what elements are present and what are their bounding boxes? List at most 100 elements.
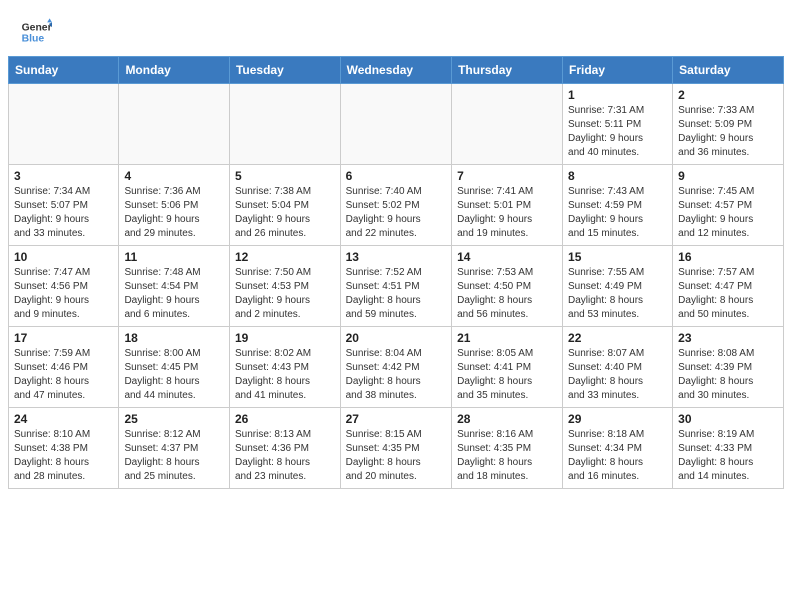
calendar-cell bbox=[340, 84, 451, 165]
calendar-cell bbox=[9, 84, 119, 165]
day-info: Sunrise: 7:41 AM Sunset: 5:01 PM Dayligh… bbox=[457, 185, 557, 241]
calendar-cell: 29 Sunrise: 8:18 AM Sunset: 4:34 PM Dayli… bbox=[563, 408, 673, 489]
calendar-cell bbox=[229, 84, 340, 165]
day-info: Sunrise: 7:52 AM Sunset: 4:51 PM Dayligh… bbox=[346, 266, 446, 322]
calendar-cell: 17Sunrise: 7:59 AM Sunset: 4:46 PM Dayli… bbox=[9, 327, 119, 408]
day-info: Sunrise: 8:10 AM Sunset: 4:38 PM Dayligh… bbox=[14, 428, 113, 484]
day-info: Sunrise: 7:59 AM Sunset: 4:46 PM Dayligh… bbox=[14, 347, 113, 403]
day-number: 1 bbox=[568, 88, 667, 102]
day-info: Sunrise: 8:19 AM Sunset: 4:33 PM Dayligh… bbox=[678, 428, 778, 484]
calendar-cell: 26 Sunrise: 8:13 AM Sunset: 4:36 PM Dayli… bbox=[229, 408, 340, 489]
calendar-cell: 5Sunrise: 7:38 AM Sunset: 5:04 PM Daylig… bbox=[229, 165, 340, 246]
calendar-cell: 15 Sunrise: 7:55 AM Sunset: 4:49 PM Dayli… bbox=[563, 246, 673, 327]
day-number: 6 bbox=[346, 169, 446, 183]
calendar-cell: 1 Sunrise: 7:31 AM Sunset: 5:11 PM Daylig… bbox=[563, 84, 673, 165]
calendar-week-4: 24 Sunrise: 8:10 AM Sunset: 4:38 PM Dayli… bbox=[9, 408, 784, 489]
day-info: Sunrise: 8:13 AM Sunset: 4:36 PM Dayligh… bbox=[235, 428, 335, 484]
weekday-header-wednesday: Wednesday bbox=[340, 57, 451, 84]
day-number: 23 bbox=[678, 331, 778, 345]
calendar-cell: 23 Sunrise: 8:08 AM Sunset: 4:39 PM Dayli… bbox=[673, 327, 784, 408]
calendar-cell: 22 Sunrise: 8:07 AM Sunset: 4:40 PM Dayli… bbox=[563, 327, 673, 408]
calendar-cell: 24 Sunrise: 8:10 AM Sunset: 4:38 PM Dayli… bbox=[9, 408, 119, 489]
calendar-cell: 11Sunrise: 7:48 AM Sunset: 4:54 PM Dayli… bbox=[119, 246, 230, 327]
day-info: Sunrise: 7:45 AM Sunset: 4:57 PM Dayligh… bbox=[678, 185, 778, 241]
day-info: Sunrise: 7:40 AM Sunset: 5:02 PM Dayligh… bbox=[346, 185, 446, 241]
day-info: Sunrise: 8:08 AM Sunset: 4:39 PM Dayligh… bbox=[678, 347, 778, 403]
day-info: Sunrise: 8:02 AM Sunset: 4:43 PM Dayligh… bbox=[235, 347, 335, 403]
day-info: Sunrise: 8:12 AM Sunset: 4:37 PM Dayligh… bbox=[124, 428, 224, 484]
calendar-table: SundayMondayTuesdayWednesdayThursdayFrid… bbox=[8, 56, 784, 489]
day-number: 14 bbox=[457, 250, 557, 264]
calendar-cell: 20 Sunrise: 8:04 AM Sunset: 4:42 PM Dayli… bbox=[340, 327, 451, 408]
calendar-cell: 8 Sunrise: 7:43 AM Sunset: 4:59 PM Daylig… bbox=[563, 165, 673, 246]
weekday-header-saturday: Saturday bbox=[673, 57, 784, 84]
day-info: Sunrise: 7:55 AM Sunset: 4:49 PM Dayligh… bbox=[568, 266, 667, 322]
day-number: 11 bbox=[124, 250, 224, 264]
calendar-cell: 7 Sunrise: 7:41 AM Sunset: 5:01 PM Daylig… bbox=[452, 165, 563, 246]
day-info: Sunrise: 8:16 AM Sunset: 4:35 PM Dayligh… bbox=[457, 428, 557, 484]
day-info: Sunrise: 7:34 AM Sunset: 5:07 PM Dayligh… bbox=[14, 185, 113, 241]
day-info: Sunrise: 7:47 AM Sunset: 4:56 PM Dayligh… bbox=[14, 266, 113, 322]
calendar-cell: 28 Sunrise: 8:16 AM Sunset: 4:35 PM Dayli… bbox=[452, 408, 563, 489]
day-info: Sunrise: 8:05 AM Sunset: 4:41 PM Dayligh… bbox=[457, 347, 557, 403]
day-info: Sunrise: 7:50 AM Sunset: 4:53 PM Dayligh… bbox=[235, 266, 335, 322]
day-number: 29 bbox=[568, 412, 667, 426]
calendar-cell: 13 Sunrise: 7:52 AM Sunset: 4:51 PM Dayli… bbox=[340, 246, 451, 327]
day-number: 12 bbox=[235, 250, 335, 264]
day-info: Sunrise: 7:33 AM Sunset: 5:09 PM Dayligh… bbox=[678, 104, 778, 160]
calendar-cell bbox=[119, 84, 230, 165]
day-info: Sunrise: 7:43 AM Sunset: 4:59 PM Dayligh… bbox=[568, 185, 667, 241]
day-number: 28 bbox=[457, 412, 557, 426]
weekday-header-sunday: Sunday bbox=[9, 57, 119, 84]
day-number: 7 bbox=[457, 169, 557, 183]
day-number: 26 bbox=[235, 412, 335, 426]
calendar-cell: 3 Sunrise: 7:34 AM Sunset: 5:07 PM Daylig… bbox=[9, 165, 119, 246]
calendar-cell: 10 Sunrise: 7:47 AM Sunset: 4:56 PM Dayli… bbox=[9, 246, 119, 327]
calendar-cell: 25 Sunrise: 8:12 AM Sunset: 4:37 PM Dayli… bbox=[119, 408, 230, 489]
calendar-week-0: 1 Sunrise: 7:31 AM Sunset: 5:11 PM Daylig… bbox=[9, 84, 784, 165]
day-number: 13 bbox=[346, 250, 446, 264]
calendar-cell: 18 Sunrise: 8:00 AM Sunset: 4:45 PM Dayli… bbox=[119, 327, 230, 408]
weekday-header-tuesday: Tuesday bbox=[229, 57, 340, 84]
day-number: 19 bbox=[235, 331, 335, 345]
calendar-cell: 14 Sunrise: 7:53 AM Sunset: 4:50 PM Dayli… bbox=[452, 246, 563, 327]
day-number: 22 bbox=[568, 331, 667, 345]
calendar-cell bbox=[452, 84, 563, 165]
calendar-cell: 27Sunrise: 8:15 AM Sunset: 4:35 PM Dayli… bbox=[340, 408, 451, 489]
day-number: 24 bbox=[14, 412, 113, 426]
calendar-week-2: 10 Sunrise: 7:47 AM Sunset: 4:56 PM Dayli… bbox=[9, 246, 784, 327]
logo-icon: General Blue bbox=[20, 16, 52, 48]
calendar-week-3: 17Sunrise: 7:59 AM Sunset: 4:46 PM Dayli… bbox=[9, 327, 784, 408]
calendar-wrapper: SundayMondayTuesdayWednesdayThursdayFrid… bbox=[0, 56, 792, 497]
day-info: Sunrise: 7:57 AM Sunset: 4:47 PM Dayligh… bbox=[678, 266, 778, 322]
day-info: Sunrise: 8:00 AM Sunset: 4:45 PM Dayligh… bbox=[124, 347, 224, 403]
calendar-cell: 16 Sunrise: 7:57 AM Sunset: 4:47 PM Dayli… bbox=[673, 246, 784, 327]
day-number: 10 bbox=[14, 250, 113, 264]
day-info: Sunrise: 8:07 AM Sunset: 4:40 PM Dayligh… bbox=[568, 347, 667, 403]
day-info: Sunrise: 8:18 AM Sunset: 4:34 PM Dayligh… bbox=[568, 428, 667, 484]
day-number: 18 bbox=[124, 331, 224, 345]
day-number: 21 bbox=[457, 331, 557, 345]
weekday-row: SundayMondayTuesdayWednesdayThursdayFrid… bbox=[9, 57, 784, 84]
day-info: Sunrise: 8:04 AM Sunset: 4:42 PM Dayligh… bbox=[346, 347, 446, 403]
weekday-header-friday: Friday bbox=[563, 57, 673, 84]
day-number: 20 bbox=[346, 331, 446, 345]
day-number: 25 bbox=[124, 412, 224, 426]
calendar-cell: 9Sunrise: 7:45 AM Sunset: 4:57 PM Daylig… bbox=[673, 165, 784, 246]
calendar-header: SundayMondayTuesdayWednesdayThursdayFrid… bbox=[9, 57, 784, 84]
day-number: 3 bbox=[14, 169, 113, 183]
calendar-cell: 12 Sunrise: 7:50 AM Sunset: 4:53 PM Dayli… bbox=[229, 246, 340, 327]
weekday-header-monday: Monday bbox=[119, 57, 230, 84]
day-info: Sunrise: 7:31 AM Sunset: 5:11 PM Dayligh… bbox=[568, 104, 667, 160]
calendar-week-1: 3 Sunrise: 7:34 AM Sunset: 5:07 PM Daylig… bbox=[9, 165, 784, 246]
page-header: General Blue bbox=[0, 0, 792, 56]
svg-text:Blue: Blue bbox=[22, 34, 45, 45]
calendar-cell: 21 Sunrise: 8:05 AM Sunset: 4:41 PM Dayli… bbox=[452, 327, 563, 408]
day-info: Sunrise: 7:36 AM Sunset: 5:06 PM Dayligh… bbox=[124, 185, 224, 241]
day-info: Sunrise: 7:53 AM Sunset: 4:50 PM Dayligh… bbox=[457, 266, 557, 322]
day-number: 16 bbox=[678, 250, 778, 264]
day-number: 8 bbox=[568, 169, 667, 183]
logo: General Blue bbox=[20, 16, 52, 48]
day-number: 5 bbox=[235, 169, 335, 183]
day-number: 15 bbox=[568, 250, 667, 264]
